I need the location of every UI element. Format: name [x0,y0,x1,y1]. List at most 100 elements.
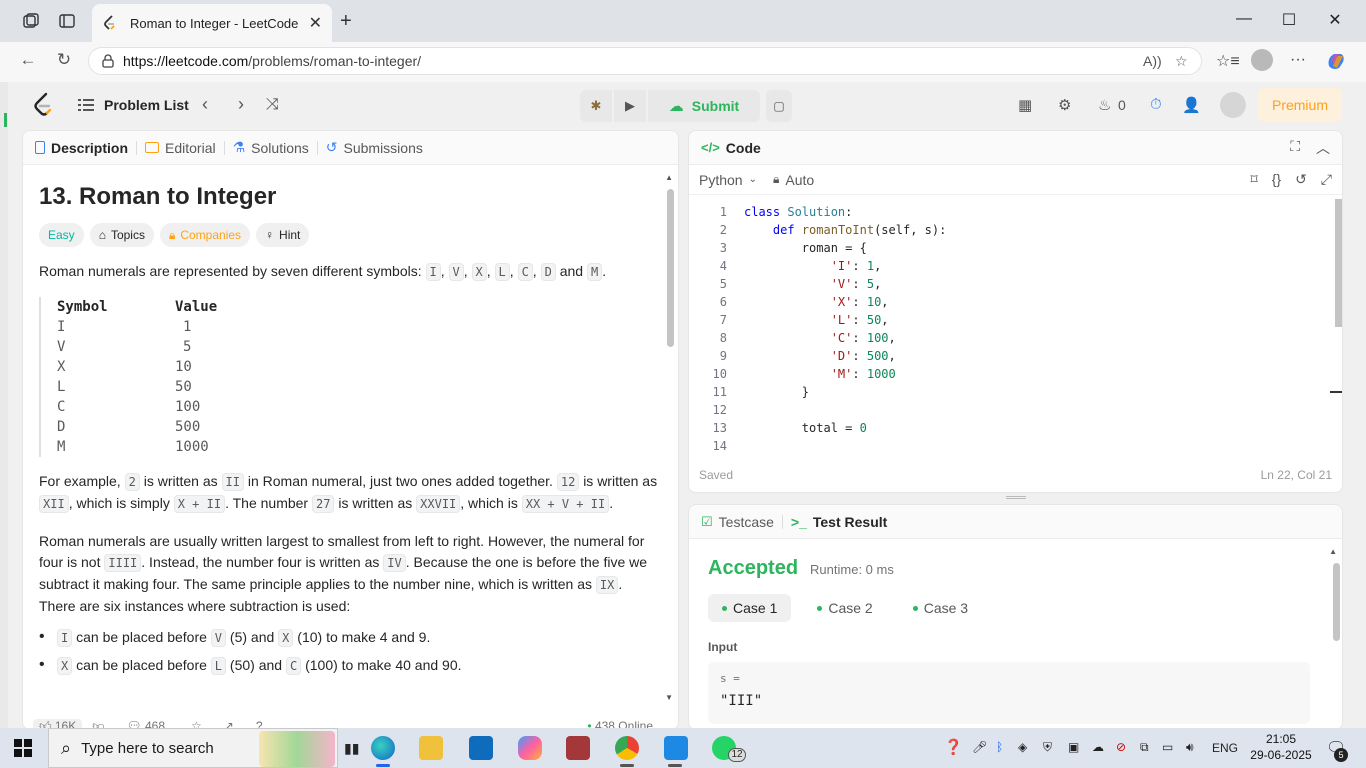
browser-tab-title: Roman to Integer - LeetCode [130,15,299,31]
favorite-star-icon[interactable]: ☆ [1175,53,1188,70]
tab-submissions[interactable]: ↺ Submissions [326,139,423,156]
microphone-icon[interactable]: 🎤︎ [972,740,987,754]
language-indicator[interactable]: ENG [1212,741,1238,755]
leetcode-logo-icon[interactable] [32,92,54,118]
prev-problem-icon[interactable]: ‹ [202,94,208,115]
minimize-icon[interactable]: — [1234,10,1254,28]
value-cell: 10 [175,359,192,375]
auto-mode[interactable]: 🔒︎ Auto [773,172,814,188]
checkbox-icon: ☑ [701,513,713,529]
vscode-icon[interactable] [664,736,688,760]
profile-icon[interactable] [1251,49,1273,71]
site-info-icon[interactable] [101,54,115,68]
read-aloud-icon[interactable]: A)) [1143,53,1162,69]
code-scrollbar[interactable] [1335,199,1342,327]
running-app-indicator [668,764,682,767]
bluetooth-icon[interactable]: ᛒ [996,740,1003,754]
case-tab-2[interactable]: Case 2 [803,594,886,622]
problem-list-button[interactable]: Problem List [78,97,189,113]
hint-chip[interactable]: ♀ Hint [256,223,310,247]
add-friend-icon[interactable]: 👤 [1182,96,1201,114]
case-tab-1[interactable]: Case 1 [708,594,792,622]
language-select[interactable]: Python ⌄ [699,172,757,188]
chrome-icon[interactable] [615,736,639,760]
network-status-icon[interactable]: ⊘ [1116,740,1126,754]
scroll-up-icon[interactable]: ▲ [665,173,673,182]
tab-actions-icon[interactable] [58,12,76,30]
panel-resize-handle[interactable] [1006,496,1026,499]
defender-icon[interactable]: ⛨ [1043,740,1052,755]
premium-button[interactable]: Premium [1258,88,1342,122]
text: can be placed before [76,629,207,645]
text: is written as [338,495,413,511]
fullscreen-icon[interactable]: ⛶ [1290,138,1300,158]
description-scrollbar[interactable] [667,189,674,347]
task-view-icon[interactable]: ▮▮ [344,740,359,757]
submit-button[interactable]: ☁ Submit [648,90,760,122]
bookmark-icon[interactable]: ⌑ [1251,171,1258,188]
text: can be placed before [76,657,207,673]
workspaces-icon[interactable] [22,12,40,30]
refresh-icon[interactable]: ↻ [52,50,76,70]
taskbar-search[interactable]: ⌕ Type here to search [48,728,338,768]
tab-description[interactable]: Description [35,140,128,156]
file-explorer-icon[interactable] [419,736,443,760]
collapse-icon[interactable]: ︿ [1316,138,1330,158]
favorites-icon[interactable]: ☆≡ [1216,51,1240,71]
security-shield-icon[interactable]: ◈ [1018,740,1027,754]
tab-editorial[interactable]: Editorial [145,140,216,156]
format-braces-icon[interactable]: {} [1272,171,1281,188]
tab-test-result[interactable]: >_ Test Result [791,514,887,530]
book-icon [145,142,160,153]
problem-description: 13. Roman to Integer Easy ⌂ Topics 🔒︎ Comp… [39,165,660,685]
code-panel: </> Code ⛶ ︿ Python ⌄ 🔒︎ Auto ⌑ {} ↺ ⤢ 1… [688,130,1343,493]
system-clock[interactable]: 21:05 29-06-2025 [1246,731,1316,763]
code-line: 7 'L': 50, [689,311,1330,329]
meet-icon[interactable]: ⧉ [1140,740,1149,755]
topics-chip[interactable]: ⌂ Topics [89,223,154,247]
browser-tab-active[interactable]: Roman to Integer - LeetCode ✕ [92,4,332,42]
symbol-code: X [471,263,487,281]
case-tab-3[interactable]: Case 3 [899,594,982,622]
outlook-icon[interactable] [469,736,493,760]
user-avatar[interactable] [1220,92,1246,118]
result-scrollbar[interactable] [1333,563,1340,641]
code-editor[interactable]: 1 class Solution: 2 def romanToInt(self, … [689,195,1330,453]
tab-solutions[interactable]: ⚗ Solutions [233,139,309,156]
timer-icon[interactable]: ⏱ [1150,96,1162,113]
copilot-app-icon[interactable] [518,736,542,760]
fire-streak-icon[interactable]: ♨ [1098,96,1111,114]
address-bar[interactable]: https://leetcode.com/problems/roman-to-i… [88,47,1202,75]
help-tray-icon[interactable]: ❓ [944,738,963,756]
windows-start-icon[interactable] [14,739,32,757]
close-tab-icon[interactable]: ✕ [309,13,322,33]
companies-label: Companies [180,228,242,242]
edge-browser-icon[interactable] [371,736,395,760]
cloud-icon[interactable]: ☁ [1092,740,1104,754]
app-tray-icon[interactable]: ▣ [1068,740,1079,754]
access-icon[interactable] [566,736,590,760]
clock-time: 21:05 [1265,732,1297,746]
settings-gear-icon[interactable]: ⚙ [1058,96,1071,114]
next-problem-icon[interactable]: › [238,94,244,115]
scroll-up-icon[interactable]: ▲ [1329,547,1337,556]
layout-icon[interactable]: ▦ [1018,96,1032,114]
expand-icon[interactable]: ⤢ [1321,171,1332,188]
back-icon[interactable]: ← [16,50,40,70]
copilot-icon[interactable] [1325,50,1347,72]
new-tab-icon[interactable]: + [340,10,352,33]
problem-title[interactable]: 13. Roman to Integer [39,183,660,211]
run-button[interactable]: ▶ [614,90,646,122]
battery-icon[interactable]: ▭ [1162,740,1173,754]
settings-more-icon[interactable]: ··· [1290,51,1306,69]
notes-button[interactable]: ▢ [766,90,792,122]
companies-chip[interactable]: 🔒︎ Companies [159,223,251,247]
volume-icon[interactable]: 🔊︎ [1186,740,1194,755]
maximize-icon[interactable]: ☐ [1279,10,1299,30]
debug-button[interactable]: ✱ [580,90,612,122]
tab-testcase[interactable]: ☑ Testcase [701,514,774,530]
scroll-down-icon[interactable]: ▼ [665,693,673,702]
reset-icon[interactable]: ↺ [1295,171,1307,188]
close-window-icon[interactable]: ✕ [1325,10,1345,30]
random-problem-icon[interactable]: ⤨ [266,96,279,114]
